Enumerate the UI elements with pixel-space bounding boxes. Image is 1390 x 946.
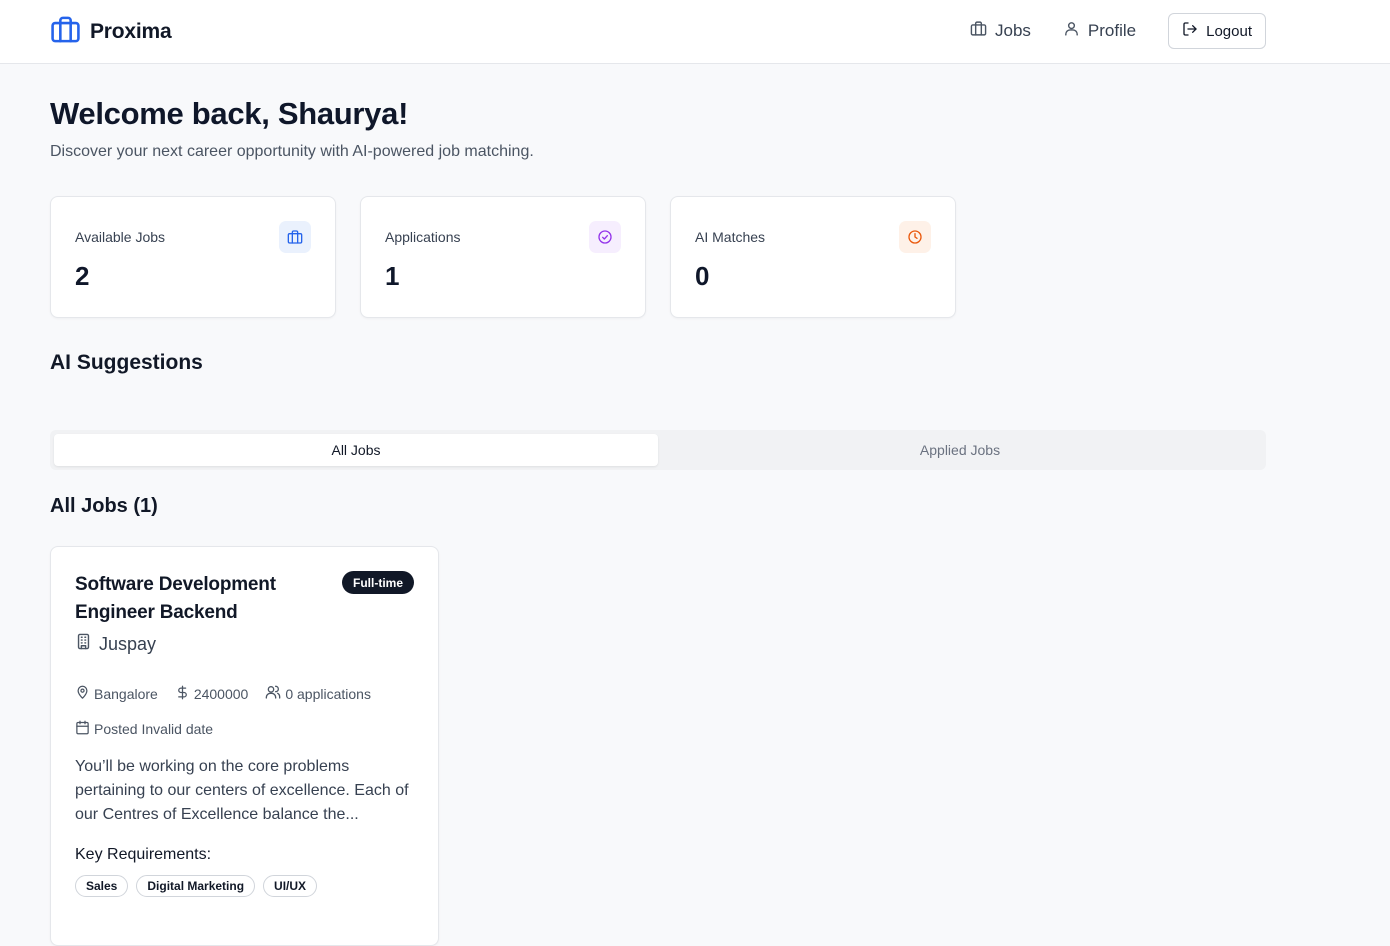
welcome-subtitle: Discover your next career opportunity wi…	[50, 143, 534, 160]
logout-icon	[1182, 21, 1198, 41]
stat-label: Available Jobs	[75, 229, 166, 245]
company: Juspay	[75, 633, 156, 655]
company-name: Juspay	[99, 633, 157, 654]
job-type-badge: Full-time	[342, 571, 414, 594]
brand-name: Proxima	[90, 20, 172, 43]
stat-card-applications: Applications 1	[360, 196, 646, 318]
stat-value: 1	[385, 261, 400, 291]
job-applications: 0 applications	[265, 684, 371, 703]
nav-profile-label: Profile	[1087, 21, 1137, 40]
job-location-text: Bangalore	[94, 685, 158, 702]
map-pin-icon	[75, 685, 90, 703]
requirement-tag: Digital Marketing	[136, 875, 256, 897]
logout-button[interactable]: Logout	[1168, 13, 1266, 49]
top-navbar: Proxima Jobs Profile Logout	[0, 0, 1390, 64]
requirements-heading: Key Requirements:	[75, 846, 212, 863]
user-icon	[1063, 20, 1080, 42]
job-salary: 2400000	[175, 685, 249, 703]
stat-value: 2	[75, 261, 90, 291]
requirements-tags: Sales Digital Marketing UI/UX	[75, 875, 318, 897]
stat-label: Applications	[385, 229, 461, 245]
job-card[interactable]: Software Development Engineer Backend Fu…	[50, 546, 439, 946]
calendar-icon	[75, 720, 90, 738]
users-icon	[265, 684, 281, 703]
nav-links: Jobs Profile Logout	[954, 13, 1266, 49]
stat-label: AI Matches	[695, 229, 766, 245]
requirement-tag: UI/UX	[263, 875, 318, 897]
briefcase-icon	[279, 221, 311, 253]
requirement-tag: Sales	[75, 875, 129, 897]
job-posted-row: Posted Invalid date	[75, 720, 230, 738]
job-posted: Posted Invalid date	[75, 720, 213, 738]
stat-value: 0	[695, 261, 710, 291]
job-meta-row: Bangalore 2400000 0 applications	[75, 684, 388, 703]
nav-jobs-label: Jobs	[995, 21, 1031, 40]
job-applications-text: 0 applications	[285, 685, 371, 702]
welcome-heading: Welcome back, Shaurya!	[50, 96, 409, 131]
briefcase-icon	[970, 20, 987, 42]
tab-all-jobs[interactable]: All Jobs	[54, 434, 658, 466]
ai-suggestions-heading: AI Suggestions	[50, 351, 203, 374]
tab-applied-jobs[interactable]: Applied Jobs	[658, 434, 1262, 466]
brand[interactable]: Proxima	[50, 14, 172, 50]
job-location: Bangalore	[75, 685, 158, 703]
check-circle-icon	[589, 221, 621, 253]
briefcase-logo-icon	[50, 14, 81, 50]
clock-icon	[899, 221, 931, 253]
dollar-icon	[175, 685, 190, 703]
nav-jobs-link[interactable]: Jobs	[954, 13, 1047, 49]
job-title[interactable]: Software Development Engineer Backend	[75, 571, 325, 627]
jobs-list-heading: All Jobs (1)	[50, 495, 158, 517]
job-description: You’ll be working on the core problems p…	[75, 758, 409, 823]
job-salary-text: 2400000	[193, 685, 249, 702]
building-icon	[75, 633, 92, 655]
job-posted-text: Posted Invalid date	[94, 721, 214, 737]
stat-card-ai-matches: AI Matches 0	[670, 196, 956, 318]
nav-profile-link[interactable]: Profile	[1047, 13, 1152, 49]
logout-label: Logout	[1206, 22, 1252, 40]
jobs-tabs: All Jobs Applied Jobs	[50, 430, 1266, 470]
stat-card-available-jobs: Available Jobs 2	[50, 196, 336, 318]
